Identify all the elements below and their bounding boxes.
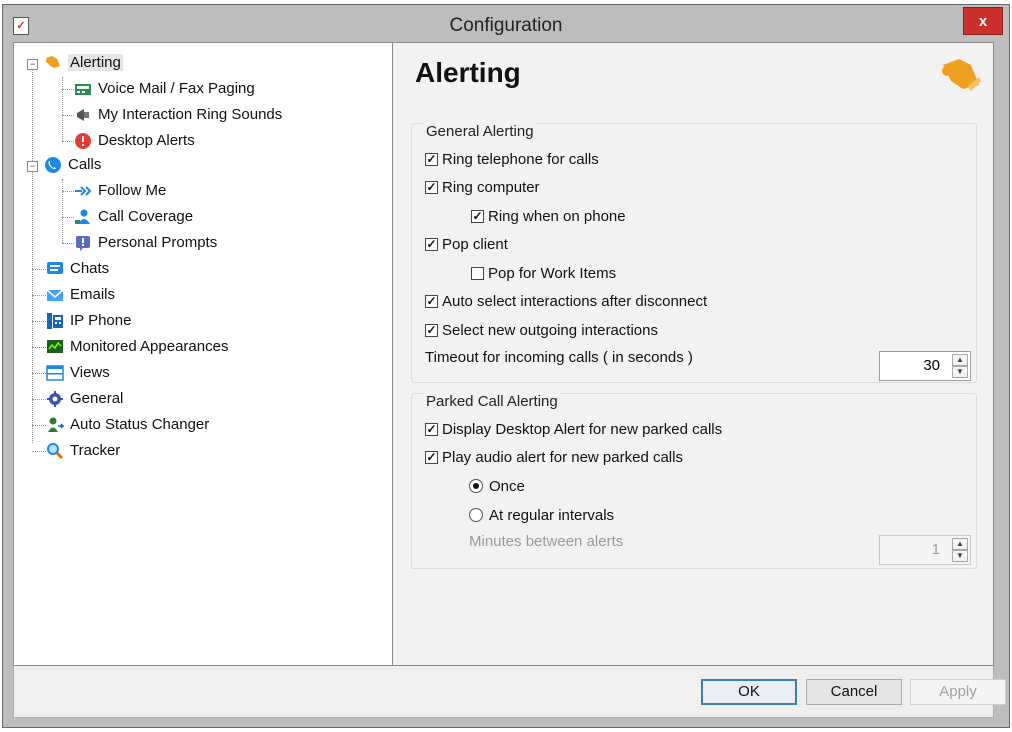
alerting-icon: [939, 55, 983, 100]
timeout-label: Timeout for incoming calls ( in seconds …: [425, 349, 693, 366]
tree-item-follow-me[interactable]: Follow Me: [74, 179, 166, 203]
chat-icon: [46, 260, 64, 278]
window-title: Configuration: [449, 15, 563, 36]
tree-item-voice-mail-fax-paging[interactable]: Voice Mail / Fax Paging: [74, 77, 255, 101]
display-alert-checkbox[interactable]: ✓: [425, 422, 438, 436]
tree-item-alerting[interactable]: Alerting: [44, 51, 123, 75]
call-coverage-icon: [74, 208, 92, 226]
auto-select-checkbox[interactable]: ✓: [425, 294, 438, 308]
dialog-footer: OK Cancel Apply: [13, 666, 1006, 718]
ring-computer-checkbox[interactable]: ✓: [425, 180, 438, 194]
megaphone-icon: [74, 106, 92, 124]
tree-item-personal-prompts[interactable]: Personal Prompts: [74, 231, 217, 255]
tracker-icon: [46, 442, 64, 460]
tree-item-tracker[interactable]: Tracker: [46, 439, 120, 463]
client-area: − − Alerting Voice Mail / Fax Paging My …: [13, 42, 994, 666]
pop-client-checkbox[interactable]: ✓: [425, 237, 438, 251]
collapse-calls-icon[interactable]: −: [27, 161, 38, 172]
regular-intervals-radio[interactable]: [469, 508, 483, 523]
timeout-value[interactable]: 30: [880, 352, 948, 380]
tree-item-monitored-appearances[interactable]: Monitored Appearances: [46, 335, 228, 359]
pop-client-option[interactable]: ✓ Pop client: [425, 234, 508, 256]
minutes-value[interactable]: 1: [880, 536, 948, 564]
alert-icon: [74, 132, 92, 150]
general-alerting-title: General Alerting: [424, 123, 536, 140]
apply-button[interactable]: Apply: [910, 679, 1006, 705]
views-icon: [46, 364, 64, 382]
alerting-icon: [44, 54, 62, 72]
tree-item-my-interaction-ring-sounds[interactable]: My Interaction Ring Sounds: [74, 103, 282, 127]
ring-computer-option[interactable]: ✓ Ring computer: [425, 177, 540, 199]
phone-icon: [44, 156, 62, 174]
pop-work-items-checkbox[interactable]: [471, 266, 484, 280]
play-audio-option[interactable]: ✓ Play audio alert for new parked calls: [425, 447, 683, 469]
collapse-alerting-icon[interactable]: −: [27, 59, 38, 70]
email-icon: [46, 286, 64, 304]
voicemail-icon: [74, 80, 92, 98]
tree-item-emails[interactable]: Emails: [46, 283, 115, 307]
ip-phone-icon: [46, 312, 64, 330]
minutes-up-arrow-icon[interactable]: ▲: [952, 538, 968, 550]
gear-icon: [46, 390, 64, 408]
once-option[interactable]: Once: [469, 476, 525, 498]
play-audio-checkbox[interactable]: ✓: [425, 450, 438, 464]
follow-me-icon: [74, 182, 92, 200]
once-radio[interactable]: [469, 479, 483, 494]
regular-intervals-option[interactable]: At regular intervals: [469, 505, 614, 527]
prompt-icon: [74, 234, 92, 252]
settings-panel: Alerting General Alerting ✓ Ring telephon…: [393, 43, 993, 665]
monitor-icon: [46, 338, 64, 356]
timeout-spinner[interactable]: 30 ▲ ▼: [879, 351, 971, 381]
navigation-tree: − − Alerting Voice Mail / Fax Paging My …: [14, 43, 393, 665]
title-bar: ✓ Configuration x: [3, 5, 1009, 47]
minutes-spinner[interactable]: 1 ▲ ▼: [879, 535, 971, 565]
ring-on-phone-checkbox[interactable]: ✓: [471, 209, 484, 223]
close-button[interactable]: x: [963, 7, 1003, 35]
tree-item-call-coverage[interactable]: Call Coverage: [74, 205, 193, 229]
tree-item-desktop-alerts[interactable]: Desktop Alerts: [74, 129, 195, 153]
tree-item-views[interactable]: Views: [46, 361, 110, 385]
tree-item-general[interactable]: General: [46, 387, 123, 411]
status-changer-icon: [46, 416, 65, 434]
ring-telephone-option[interactable]: ✓ Ring telephone for calls: [425, 149, 599, 171]
tree-item-ip-phone[interactable]: IP Phone: [46, 309, 131, 333]
ring-telephone-checkbox[interactable]: ✓: [425, 152, 438, 166]
select-outgoing-option[interactable]: ✓ Select new outgoing interactions: [425, 320, 658, 342]
tree-item-calls[interactable]: Calls: [44, 153, 101, 177]
select-outgoing-checkbox[interactable]: ✓: [425, 323, 438, 337]
timeout-down-arrow-icon[interactable]: ▼: [952, 366, 968, 378]
timeout-up-arrow-icon[interactable]: ▲: [952, 354, 968, 366]
parked-call-alerting-title: Parked Call Alerting: [424, 393, 560, 410]
auto-select-option[interactable]: ✓ Auto select interactions after disconne…: [425, 291, 707, 313]
display-alert-option[interactable]: ✓ Display Desktop Alert for new parked ca…: [425, 419, 722, 441]
ring-on-phone-option[interactable]: ✓ Ring when on phone: [471, 206, 626, 228]
pop-work-items-option[interactable]: Pop for Work Items: [471, 263, 616, 285]
cancel-button[interactable]: Cancel: [806, 679, 902, 705]
ok-button[interactable]: OK: [701, 679, 797, 705]
page-title: Alerting: [415, 57, 521, 88]
minutes-down-arrow-icon[interactable]: ▼: [952, 550, 968, 562]
minutes-between-label: Minutes between alerts: [469, 533, 624, 550]
tree-item-chats[interactable]: Chats: [46, 257, 109, 281]
tree-item-auto-status-changer[interactable]: Auto Status Changer: [46, 413, 209, 437]
